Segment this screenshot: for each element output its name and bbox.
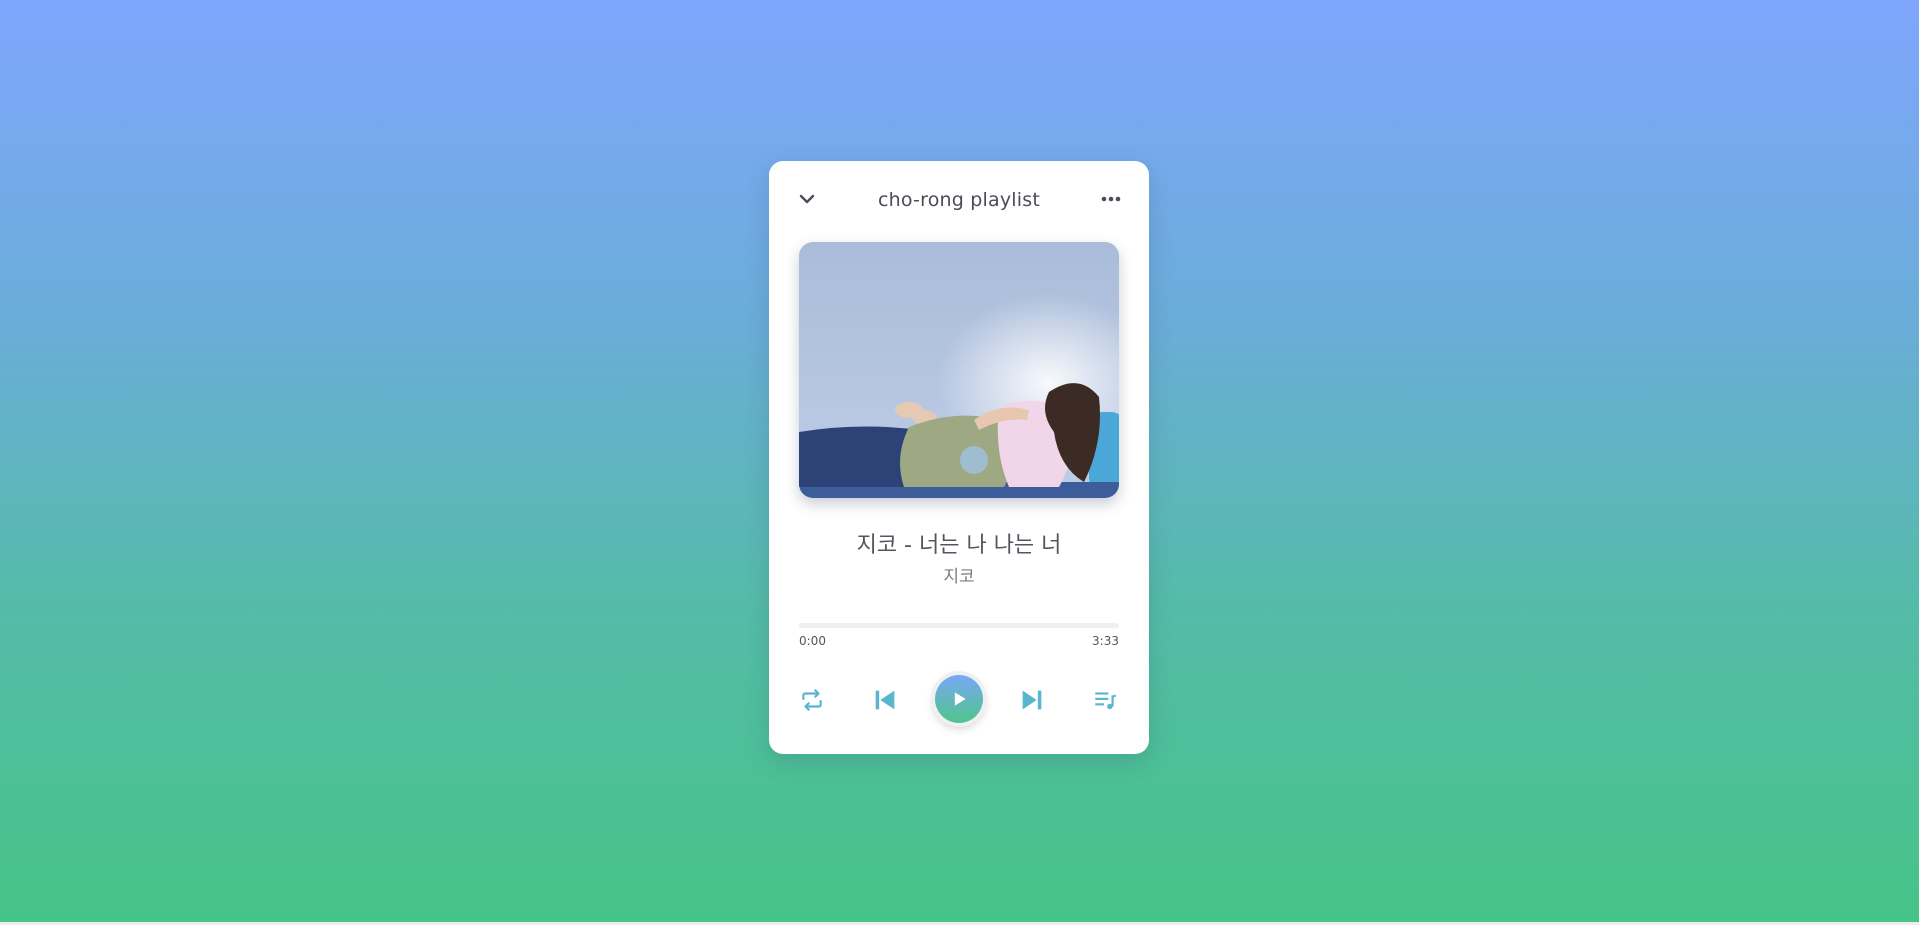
repeat-icon (802, 689, 822, 711)
skip-previous-icon (875, 690, 895, 710)
next-button[interactable] (1012, 680, 1052, 720)
skip-next-icon (1022, 690, 1042, 710)
artist-name: 지코 (943, 567, 975, 587)
chevron-down-icon[interactable] (795, 187, 819, 211)
play-icon (954, 692, 966, 706)
music-player-card: cho-rong playlist 지코 - 너는 나 나는 너 지코 0:00… (769, 161, 1149, 754)
total-duration: 3:33 (1092, 634, 1119, 648)
current-time: 0:00 (799, 634, 826, 648)
progress-bar[interactable] (799, 623, 1119, 628)
playlist-title: cho-rong playlist (877, 189, 1040, 211)
player-header: cho-rong playlist (769, 161, 1149, 243)
queue-button[interactable] (1085, 680, 1125, 720)
album-cover (799, 242, 1119, 498)
song-title: 지코 - 너는 나 나는 너 (856, 533, 1062, 558)
repeat-button[interactable] (792, 680, 832, 720)
play-button[interactable] (935, 675, 983, 723)
playlist-music-icon (1095, 692, 1116, 710)
previous-button[interactable] (865, 680, 905, 720)
more-options-icon[interactable] (1099, 187, 1123, 211)
